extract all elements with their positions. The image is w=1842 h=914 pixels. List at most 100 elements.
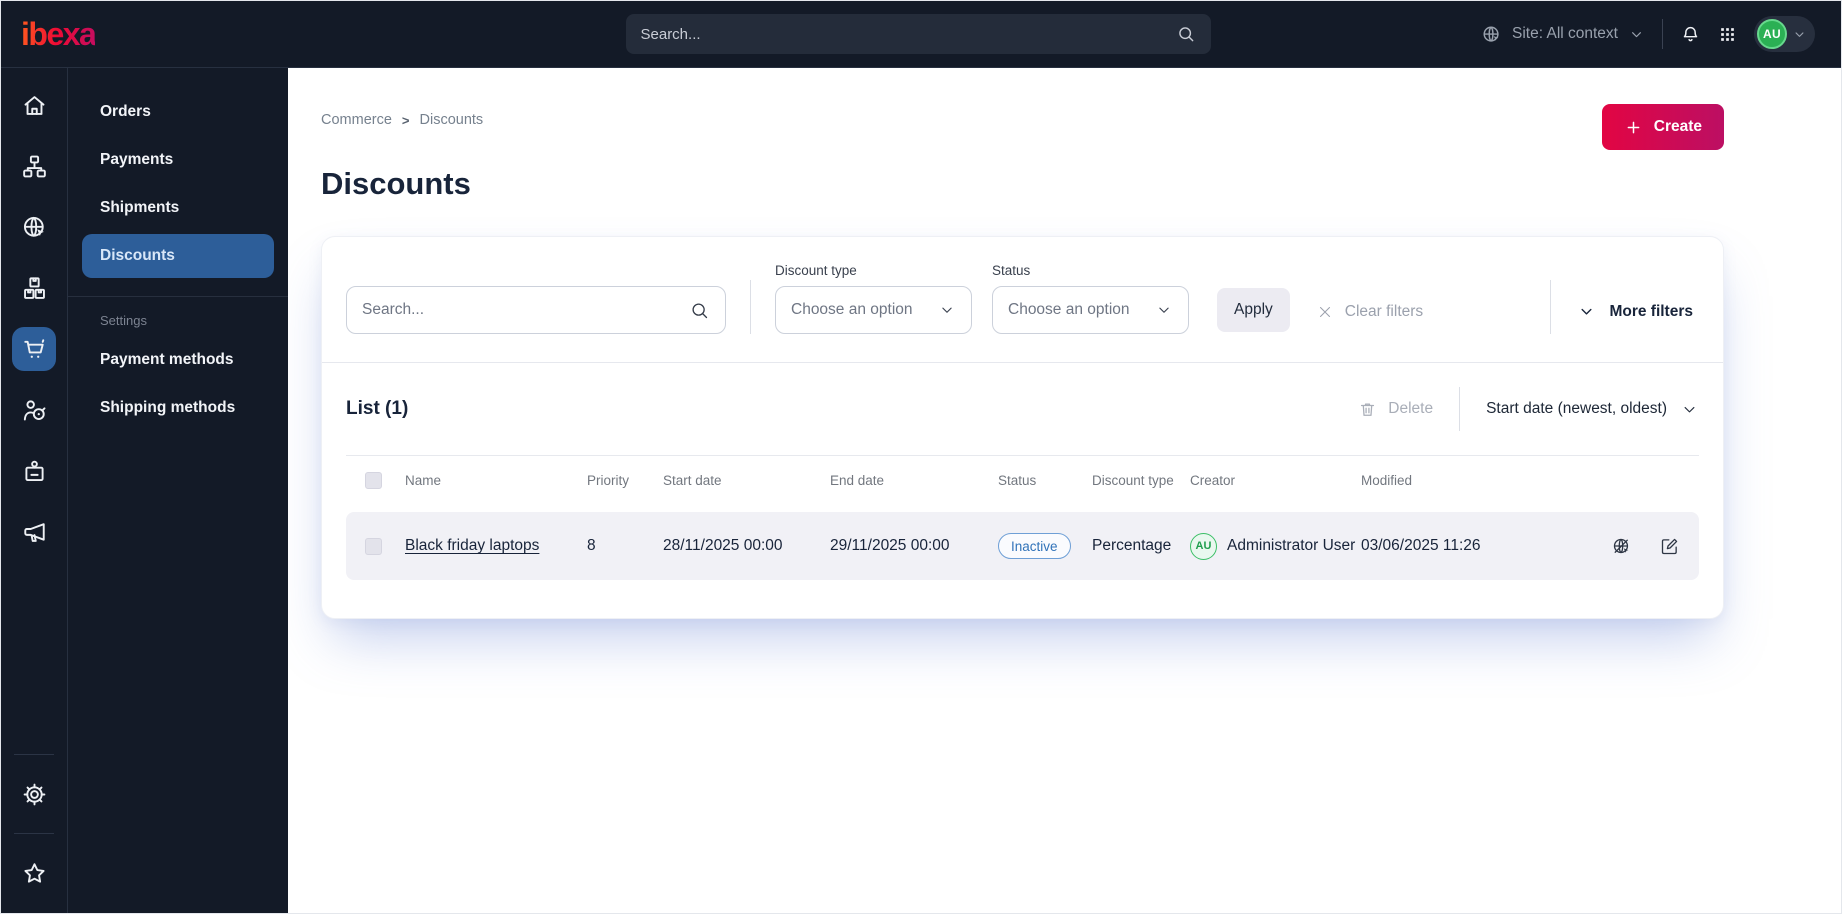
status-label: Status [992, 263, 1031, 278]
top-bar-left: ibexa [21, 18, 626, 50]
clear-filters-button[interactable]: Clear filters [1316, 303, 1423, 321]
search-icon [1176, 24, 1196, 44]
column-header-end-date: End date [830, 472, 885, 488]
content-tree-icon [21, 153, 48, 180]
create-button-label: Create [1653, 118, 1702, 135]
id-badge-icon [21, 458, 48, 485]
nav-commerce[interactable] [12, 327, 56, 371]
list-title: List (1) [346, 398, 409, 419]
more-filters-label: More filters [1609, 302, 1693, 320]
breadcrumb-separator: > [401, 112, 410, 128]
column-header-modified: Modified [1361, 472, 1413, 488]
column-header-start-date: Start date [663, 472, 722, 488]
chevron-down-icon [1680, 400, 1699, 419]
breadcrumb-commerce[interactable]: Commerce [321, 112, 392, 128]
menu-item-payments[interactable]: Payments [82, 138, 274, 182]
row-discount-type: Percentage [1092, 537, 1172, 554]
row-end-date: 29/11/2025 00:00 [830, 537, 950, 554]
list-search-input[interactable] [362, 301, 689, 319]
nav-site[interactable] [12, 205, 56, 249]
preview-disabled-icon[interactable] [1611, 536, 1632, 557]
nav-product-catalog[interactable] [12, 266, 56, 310]
select-all-checkbox[interactable] [365, 471, 382, 489]
nav-customers[interactable] [12, 388, 56, 432]
list-section: List (1) Delete Start date (newest, olde… [322, 363, 1723, 618]
star-icon [21, 860, 48, 887]
menu-item-shipping-methods[interactable]: Shipping methods [82, 386, 274, 430]
chevron-down-icon [1628, 26, 1645, 43]
nav-bookmarks[interactable] [12, 851, 56, 895]
nav-settings[interactable] [12, 772, 56, 816]
list-divider [1459, 387, 1461, 431]
status-select[interactable]: Choose an option [992, 286, 1189, 334]
sort-dropdown[interactable]: Start date (newest, oldest) [1486, 400, 1699, 419]
breadcrumb: Commerce > Discounts [321, 104, 483, 128]
table-header: Name Priority Start date End date Status… [346, 456, 1699, 504]
edit-icon[interactable] [1659, 536, 1680, 557]
nav-home[interactable] [12, 83, 56, 127]
customer-target-icon [21, 397, 48, 424]
discount-type-select[interactable]: Choose an option [775, 286, 972, 334]
app-grid-icon[interactable] [1718, 25, 1737, 44]
globe-cursor-icon [21, 214, 48, 241]
status-badge: Inactive [998, 533, 1071, 559]
breadcrumb-discounts[interactable]: Discounts [420, 112, 484, 128]
notifications-bell-icon[interactable] [1680, 24, 1701, 45]
boxes-icon [21, 275, 48, 302]
row-priority: 8 [587, 537, 596, 554]
discounts-card: Discount type Choose an option Status Ch… [321, 236, 1724, 619]
filter-bar: Discount type Choose an option Status Ch… [322, 237, 1723, 362]
table-row: Black friday laptops 8 28/11/2025 00:00 … [346, 512, 1699, 580]
top-bar: ibexa Site: All context [1, 1, 1841, 68]
nav-id-badge[interactable] [12, 449, 56, 493]
row-modified: 03/06/2025 11:26 [1361, 537, 1481, 554]
sort-dropdown-label: Start date (newest, oldest) [1486, 400, 1667, 417]
user-menu[interactable]: AU [1754, 16, 1815, 52]
column-header-discount-type: Discount type [1092, 472, 1174, 488]
home-icon [21, 92, 48, 119]
clear-filters-label: Clear filters [1344, 303, 1424, 320]
chevron-down-icon [938, 301, 956, 319]
ibexa-logo[interactable]: ibexa [21, 18, 97, 50]
status-value: Choose an option [1008, 301, 1130, 318]
discount-type-value: Choose an option [791, 301, 913, 318]
creator-name: Administrator User [1227, 537, 1356, 554]
row-checkbox[interactable] [365, 537, 382, 555]
discounts-table: Name Priority Start date End date Status… [346, 455, 1699, 580]
top-bar-divider [1662, 19, 1663, 49]
menu-item-discounts[interactable]: Discounts [82, 234, 274, 278]
menu-divider [68, 296, 288, 297]
avatar: AU [1757, 19, 1787, 49]
row-start-date: 28/11/2025 00:00 [663, 537, 783, 554]
discount-name-link[interactable]: Black friday laptops [405, 537, 539, 554]
apply-button[interactable]: Apply [1217, 288, 1290, 332]
megaphone-icon [21, 519, 48, 546]
column-header-priority: Priority [587, 472, 630, 488]
site-context-label: Site: All context [1512, 25, 1618, 42]
menu-item-shipments[interactable]: Shipments [82, 186, 274, 230]
column-header-creator: Creator [1190, 472, 1236, 488]
menu-item-payment-methods[interactable]: Payment methods [82, 338, 274, 382]
site-context-selector[interactable]: Site: All context [1481, 24, 1645, 45]
search-icon [689, 300, 710, 321]
rail-divider [14, 754, 54, 755]
main-nav-rail [1, 68, 68, 913]
discount-type-label: Discount type [775, 263, 857, 278]
delete-button-label: Delete [1388, 400, 1434, 417]
more-filters-button[interactable]: More filters [1577, 302, 1693, 321]
nav-marketing[interactable] [12, 510, 56, 554]
close-icon [1316, 303, 1334, 321]
nav-content-tree[interactable] [12, 144, 56, 188]
create-button[interactable]: Create [1601, 104, 1724, 150]
top-bar-right: Site: All context AU [1211, 16, 1815, 52]
global-search[interactable] [625, 14, 1211, 54]
menu-item-orders[interactable]: Orders [82, 90, 274, 134]
gear-icon [21, 781, 48, 808]
creator-avatar: AU [1190, 532, 1217, 560]
delete-button[interactable]: Delete [1358, 400, 1433, 419]
global-search-input[interactable] [640, 25, 1176, 43]
menu-settings-heading: Settings [100, 313, 147, 328]
plus-icon [1624, 118, 1643, 137]
list-search[interactable] [346, 286, 726, 334]
body: Orders Payments Shipments Discounts Sett… [1, 68, 1841, 913]
